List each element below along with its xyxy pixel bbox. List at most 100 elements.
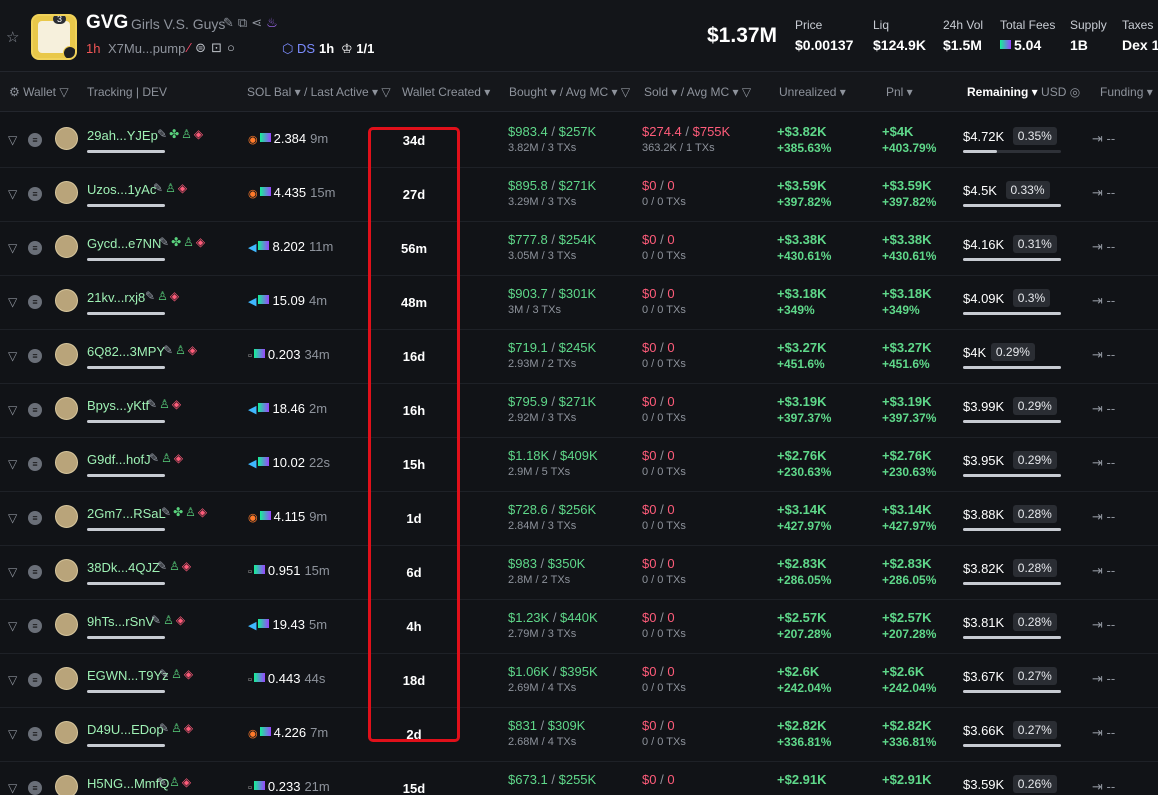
menu-icon[interactable]: ≡ [28, 187, 42, 201]
table-row[interactable]: ▽ ≡ 21kv...rxj8 ✎♙◈ ◀ 15.09 4m 48m $903.7 … [0, 276, 1158, 330]
menu-icon[interactable]: ≡ [28, 511, 42, 525]
filter-icon[interactable]: ▽ [742, 85, 751, 99]
wallet-address[interactable]: 9hTs...rSnV [87, 614, 154, 629]
filter-icon[interactable]: ▽ [8, 727, 17, 741]
export-icon[interactable]: ⇥ [1092, 401, 1103, 416]
menu-icon[interactable]: ≡ [28, 565, 42, 579]
funding[interactable]: ⇥ -- [1092, 131, 1115, 147]
table-row[interactable]: ▽ ≡ G9df...hofJ ✎♙◈ ◀ 10.02 22s 15h $1.18K… [0, 438, 1158, 492]
table-row[interactable]: ▽ ≡ 9hTs...rSnV ✎♙◈ ◀ 19.43 5m 4h $1.23K /… [0, 600, 1158, 654]
table-row[interactable]: ▽ ≡ D49U...EDop ✎♙◈ ◉ 4.226 7m 2d $831 / $… [0, 708, 1158, 762]
wallet-address[interactable]: 38Dk...4QJZ [87, 560, 160, 575]
col-tracking[interactable]: Tracking | DEV [87, 85, 167, 99]
filter-icon[interactable]: ▽ [8, 619, 17, 633]
filter-icon[interactable]: ▽ [8, 241, 17, 255]
col-unrealized[interactable]: Unrealized ▾ [779, 85, 846, 99]
table-row[interactable]: ▽ ≡ EGWN...T9Yz ✎♙◈ ▫ 0.443 44s 18d $1.06K… [0, 654, 1158, 708]
funding[interactable]: ⇥ -- [1092, 347, 1115, 363]
table-row[interactable]: ▽ ≡ 29ah...YJEp ✎✤♙◈ ◉ 2.384 9m 34d $983.4… [0, 114, 1158, 168]
chart-icon[interactable]: ⊡ [211, 40, 227, 55]
funding[interactable]: ⇥ -- [1092, 185, 1115, 201]
menu-icon[interactable]: ≡ [28, 295, 42, 309]
filter-icon[interactable]: ▽ [8, 673, 17, 687]
edit-icon[interactable]: ✎ [159, 667, 171, 681]
menu-icon[interactable]: ≡ [28, 727, 42, 741]
funding[interactable]: ⇥ -- [1092, 293, 1115, 309]
filter-icon[interactable]: ▽ [8, 349, 17, 363]
edit-icon[interactable]: ✎ [157, 559, 169, 573]
export-icon[interactable]: ⇥ [1092, 131, 1103, 146]
menu-icon[interactable]: ≡ [28, 619, 42, 633]
wallet-address[interactable]: 29ah...YJEp [87, 128, 158, 143]
filter-icon[interactable]: ▽ [381, 85, 390, 99]
export-icon[interactable]: ⇥ [1092, 509, 1103, 524]
table-row[interactable]: ▽ ≡ Uzos...1yAc ✎♙◈ ◉ 4.435 15m 27d $895.8… [0, 168, 1158, 222]
currency-toggle-icon[interactable]: ◎ [1070, 85, 1080, 99]
col-funding[interactable]: Funding ▾ [1100, 85, 1153, 99]
funding[interactable]: ⇥ -- [1092, 509, 1115, 525]
filter-icon[interactable]: ▽ [8, 133, 17, 147]
export-icon[interactable]: ⇥ [1092, 455, 1103, 470]
col-wallet-created[interactable]: Wallet Created ▾ [402, 85, 490, 99]
col-bought[interactable]: Bought ▾ / Avg MC ▾ ▽ [509, 85, 630, 99]
share-icon[interactable]: ⋖ [251, 15, 266, 30]
edit-icon[interactable]: ✎ [163, 343, 175, 357]
list-icon[interactable]: ⊜ [195, 40, 211, 55]
filter-icon[interactable]: ▽ [59, 85, 68, 99]
wallet-address[interactable]: D49U...EDop [87, 722, 164, 737]
filter-icon[interactable]: ▽ [8, 781, 17, 795]
edit-icon[interactable]: ✎ [145, 289, 157, 303]
funding[interactable]: ⇥ -- [1092, 563, 1115, 579]
table-row[interactable]: ▽ ≡ Gycd...e7NN ✎✤♙◈ ◀ 8.202 11m 56m $777.… [0, 222, 1158, 276]
filter-icon[interactable]: ▽ [8, 187, 17, 201]
edit-icon[interactable]: ✎ [151, 613, 163, 627]
funding[interactable]: ⇥ -- [1092, 725, 1115, 741]
edit-icon[interactable]: ✎ [147, 397, 159, 411]
filter-icon[interactable]: ▽ [8, 403, 17, 417]
funding[interactable]: ⇥ -- [1092, 671, 1115, 687]
menu-icon[interactable]: ≡ [28, 241, 42, 255]
menu-icon[interactable]: ≡ [28, 403, 42, 417]
copy-icon[interactable]: ⧉ [238, 15, 251, 30]
wallet-address[interactable]: Uzos...1yAc [87, 182, 156, 197]
star-icon[interactable]: ☆ [6, 28, 19, 46]
filter-icon[interactable]: ▽ [621, 85, 630, 99]
menu-icon[interactable]: ≡ [28, 673, 42, 687]
export-icon[interactable]: ⇥ [1092, 347, 1103, 362]
wallet-address[interactable]: Bpys...yKtf [87, 398, 149, 413]
edit-icon[interactable]: ✎ [149, 451, 161, 465]
table-row[interactable]: ▽ ≡ H5NG...MmfQ ✎♙◈ ▫ 0.233 21m 15d $673.1… [0, 762, 1158, 795]
wallet-address[interactable]: G9df...hofJ [87, 452, 151, 467]
funding[interactable]: ⇥ -- [1092, 779, 1115, 795]
funding[interactable]: ⇥ -- [1092, 401, 1115, 417]
table-row[interactable]: ▽ ≡ 6Q82...3MPY ✎♙◈ ▫ 0.203 34m 16d $719.1… [0, 330, 1158, 384]
funding[interactable]: ⇥ -- [1092, 617, 1115, 633]
filter-icon[interactable]: ▽ [8, 511, 17, 525]
wallet-address[interactable]: 21kv...rxj8 [87, 290, 145, 305]
col-sol-bal[interactable]: SOL Bal ▾ / Last Active ▾ ▽ [247, 85, 391, 99]
edit-icon[interactable]: ✎ [159, 721, 171, 735]
fire-icon[interactable]: ♨ [266, 15, 282, 30]
menu-icon[interactable]: ≡ [28, 133, 42, 147]
token-address[interactable]: X7Mu...pump [108, 41, 185, 56]
export-icon[interactable]: ⇥ [1092, 563, 1103, 578]
col-sold[interactable]: Sold ▾ / Avg MC ▾ ▽ [644, 85, 751, 99]
table-row[interactable]: ▽ ≡ 38Dk...4QJZ ✎♙◈ ▫ 0.951 15m 6d $983 / … [0, 546, 1158, 600]
menu-icon[interactable]: ≡ [28, 457, 42, 471]
export-icon[interactable]: ⇥ [1092, 617, 1103, 632]
edit-icon[interactable]: ✎ [157, 127, 169, 141]
export-icon[interactable]: ⇥ [1092, 239, 1103, 254]
export-icon[interactable]: ⇥ [1092, 185, 1103, 200]
search-icon[interactable]: ○ [227, 40, 240, 55]
funding[interactable]: ⇥ -- [1092, 455, 1115, 471]
edit-icon[interactable]: ✎ [159, 235, 171, 249]
edit-icon[interactable]: ✎ [161, 505, 173, 519]
export-icon[interactable]: ⇥ [1092, 671, 1103, 686]
col-remaining[interactable]: Remaining ▾ USD ◎ [967, 85, 1080, 99]
wallet-address[interactable]: EGWN...T9Yz [87, 668, 169, 683]
export-icon[interactable]: ⇥ [1092, 293, 1103, 308]
filter-icon[interactable]: ▽ [8, 295, 17, 309]
table-row[interactable]: ▽ ≡ 2Gm7...RSaL ✎✤♙◈ ◉ 4.115 9m 1d $728.6 … [0, 492, 1158, 546]
export-icon[interactable]: ⇥ [1092, 779, 1103, 794]
export-icon[interactable]: ⇥ [1092, 725, 1103, 740]
